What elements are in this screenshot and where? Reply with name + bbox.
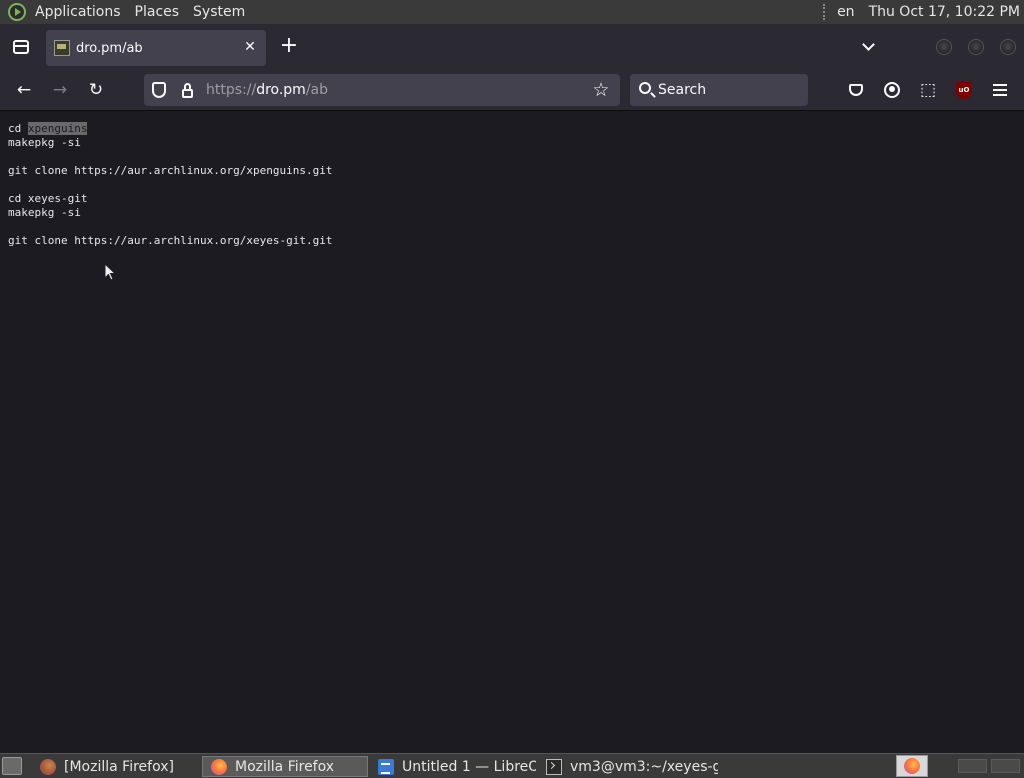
applications-menu[interactable]: Applications bbox=[28, 0, 128, 24]
text-line: git clone https://aur.archlinux.org/xpen… bbox=[8, 164, 333, 178]
places-menu[interactable]: Places bbox=[128, 0, 187, 24]
show-desktop-icon[interactable] bbox=[2, 757, 22, 775]
taskbar-item-terminal[interactable]: vm3@vm3:~/xeyes-git bbox=[538, 756, 718, 777]
window-minimize-button[interactable] bbox=[936, 39, 952, 55]
taskbar-item-firefox-minimized[interactable]: [Mozilla Firefox] bbox=[32, 756, 198, 777]
search-bar[interactable] bbox=[630, 74, 808, 106]
tab-title: dro.pm/ab bbox=[76, 40, 143, 56]
firefox-tray-icon bbox=[904, 758, 920, 774]
text-line-content: git clone https://aur.archlinux.org/xpen… bbox=[8, 164, 333, 177]
browser-tab-bar: dro.pm/ab ✕ + bbox=[0, 24, 1024, 70]
chevron-down-icon bbox=[861, 38, 875, 51]
taskbar-item-firefox-active[interactable]: Mozilla Firefox bbox=[202, 756, 368, 777]
new-tab-button[interactable]: + bbox=[276, 34, 302, 60]
back-button[interactable]: ← bbox=[10, 76, 38, 104]
plain-text-document[interactable]: cd xpenguins makepkg -si git clone https:/… bbox=[8, 122, 333, 248]
reload-button[interactable]: ↻ bbox=[82, 76, 110, 104]
page-content[interactable]: cd xpenguins makepkg -si git clone https:/… bbox=[0, 112, 1024, 753]
url-bar[interactable]: https://dro.pm/ab ☆ bbox=[144, 74, 620, 106]
terminal-icon bbox=[546, 758, 562, 775]
distro-logo-icon[interactable] bbox=[8, 3, 26, 21]
firefox-icon bbox=[211, 758, 227, 775]
text-line-content: git clone https://aur.archlinux.org/xeye… bbox=[8, 234, 333, 247]
taskbar-item-label: Untitled 1 — LibreO… bbox=[402, 758, 536, 775]
text-line-content: makepkg -si bbox=[8, 206, 81, 219]
firefox-icon bbox=[40, 758, 56, 775]
bookmark-star-icon[interactable]: ☆ bbox=[588, 77, 614, 103]
selected-text: xpenguins bbox=[27, 122, 88, 135]
extensions-puzzle-icon[interactable]: ⬚ bbox=[918, 80, 938, 100]
navigation-toolbar: ← → ↻ https://dro.pm/ab ☆ ⬚ uO bbox=[0, 70, 1024, 111]
libreoffice-writer-icon bbox=[378, 758, 394, 775]
url-path: /ab bbox=[305, 82, 329, 98]
search-icon bbox=[639, 82, 651, 94]
workspace-2[interactable] bbox=[991, 759, 1020, 773]
system-menu-bar: Applications Places System bbox=[0, 0, 252, 24]
firefox-view-icon bbox=[13, 40, 29, 54]
window-maximize-button[interactable] bbox=[968, 39, 984, 55]
list-all-tabs-button[interactable] bbox=[856, 36, 880, 58]
text-line: makepkg -si bbox=[8, 136, 333, 150]
window-close-button[interactable] bbox=[1000, 39, 1016, 55]
url-host: dro.pm bbox=[256, 82, 306, 98]
text-line: makepkg -si bbox=[8, 206, 333, 220]
panel-separator bbox=[823, 4, 826, 20]
taskbar-item-label: vm3@vm3:~/xeyes-git bbox=[570, 758, 718, 775]
workspace-1[interactable] bbox=[958, 759, 987, 773]
text-line-content: cd xeyes-git bbox=[8, 192, 88, 205]
browser-tab[interactable]: dro.pm/ab ✕ bbox=[46, 30, 266, 66]
text-line: git clone https://aur.archlinux.org/xeye… bbox=[8, 234, 333, 248]
url-text[interactable]: https://dro.pm/ab bbox=[206, 74, 328, 106]
lock-icon[interactable] bbox=[180, 82, 196, 98]
text-line bbox=[8, 150, 333, 164]
ublock-origin-icon[interactable]: uO bbox=[954, 80, 974, 100]
text-line: cd xeyes-git bbox=[8, 192, 333, 206]
taskbar-item-label: [Mozilla Firefox] bbox=[64, 758, 174, 775]
workspace-switcher[interactable] bbox=[958, 759, 1020, 773]
text-line-content: makepkg -si bbox=[8, 136, 81, 149]
keyboard-layout-indicator[interactable]: en bbox=[837, 4, 855, 20]
text-line bbox=[8, 178, 333, 192]
text-line bbox=[8, 220, 333, 234]
notification-tray[interactable] bbox=[896, 755, 928, 777]
url-scheme: https:// bbox=[206, 82, 257, 98]
tab-close-button[interactable]: ✕ bbox=[242, 39, 258, 55]
taskbar-item-label: Mozilla Firefox bbox=[235, 758, 335, 775]
hamburger-menu-icon[interactable] bbox=[990, 80, 1010, 100]
forward-button[interactable]: → bbox=[46, 76, 74, 104]
tab-favicon-icon bbox=[54, 40, 70, 56]
search-input[interactable] bbox=[658, 74, 798, 106]
text-line: cd xpenguins bbox=[8, 122, 333, 136]
panel-status-area: en Thu Oct 17, 10:22 PM bbox=[823, 0, 1024, 24]
top-panel: Applications Places System en Thu Oct 17… bbox=[0, 0, 1024, 24]
pocket-icon[interactable] bbox=[846, 80, 866, 100]
clock[interactable]: Thu Oct 17, 10:22 PM bbox=[869, 4, 1020, 20]
mouse-pointer-icon bbox=[104, 263, 117, 281]
system-menu[interactable]: System bbox=[186, 0, 252, 24]
text-line-content: cd bbox=[8, 122, 28, 135]
taskbar-item-libreoffice[interactable]: Untitled 1 — LibreO… bbox=[370, 756, 536, 777]
firefox-view-button[interactable] bbox=[8, 34, 34, 60]
bottom-taskbar: [Mozilla Firefox] Mozilla Firefox Untitl… bbox=[0, 753, 1024, 778]
account-icon[interactable] bbox=[882, 80, 902, 100]
tracking-protection-shield-icon[interactable] bbox=[152, 82, 166, 98]
